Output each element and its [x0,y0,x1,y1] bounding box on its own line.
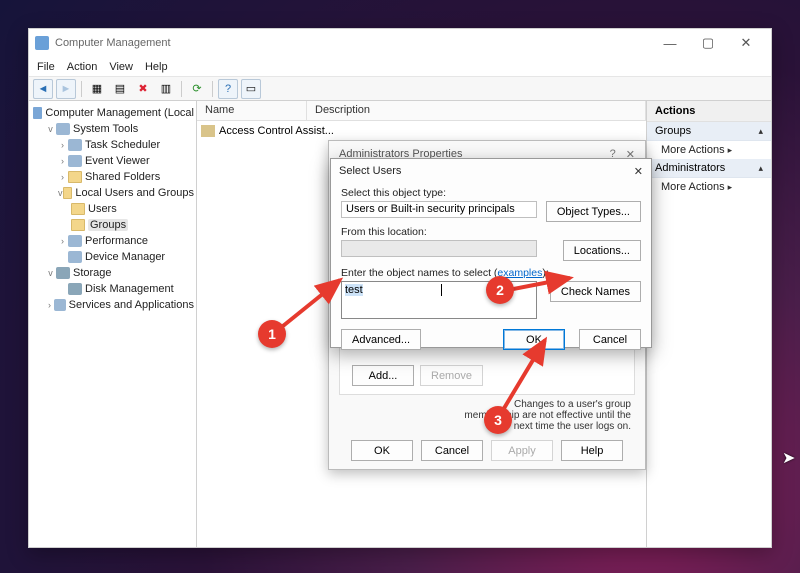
location-field: . [341,240,537,257]
tree-device-manager[interactable]: Device Manager [31,249,194,265]
tree-performance[interactable]: ›Performance [31,233,194,249]
props-apply-button: Apply [491,440,553,461]
col-description[interactable]: Description [307,101,646,120]
dialog-title: Select Users [339,165,401,177]
menu-action[interactable]: Action [67,61,98,73]
add-button[interactable]: Add... [352,365,414,386]
props-help-button[interactable]: Help [561,440,623,461]
list-item[interactable]: Access Control Assist... [201,123,642,139]
tree-system-tools[interactable]: vSystem Tools [31,121,194,137]
annotation-badge-2: 2 [486,276,514,304]
tree-storage[interactable]: vStorage [31,265,194,281]
props-cancel-button[interactable]: Cancel [421,440,483,461]
close-button[interactable]: ✕ [727,32,765,54]
props-button[interactable]: ▤ [110,79,130,99]
tree-disk-management[interactable]: Disk Management [31,281,194,297]
annotation-badge-1: 1 [258,320,286,348]
menu-help[interactable]: Help [145,61,168,73]
actions-pane: Actions Groups▴ More Actions ▸ Administr… [647,101,771,547]
dialog-close-button[interactable]: ✕ [634,165,643,178]
up-button[interactable]: ▦ [87,79,107,99]
object-type-label: Select this object type: [341,187,641,199]
annotation-badge-3: 3 [484,406,512,434]
back-button[interactable]: ◄ [33,79,53,99]
actions-section-groups[interactable]: Groups▴ [647,122,771,141]
actions-header: Actions [647,101,771,122]
actions-section-admins[interactable]: Administrators▴ [647,159,771,178]
app-icon [35,36,49,50]
locations-button[interactable]: Locations... [563,240,641,261]
menu-file[interactable]: File [37,61,55,73]
tree-shared-folders[interactable]: ›Shared Folders [31,169,194,185]
forward-button[interactable]: ► [56,79,76,99]
col-name[interactable]: Name [197,101,307,120]
tree-event-viewer[interactable]: ›Event Viewer [31,153,194,169]
tree-root[interactable]: Computer Management (Local [31,105,194,121]
collapse-icon: ▴ [758,163,763,174]
object-names-label: Enter the object names to select (exampl… [341,267,641,279]
actions-more-admins[interactable]: More Actions ▸ [647,178,771,196]
text-caret-icon [441,284,442,296]
help-button[interactable]: ? [218,79,238,99]
mouse-cursor-icon: ➤ [782,448,795,468]
tree-task-scheduler[interactable]: ›Task Scheduler [31,137,194,153]
object-types-button[interactable]: Object Types... [546,201,641,222]
props-ok-button[interactable]: OK [351,440,413,461]
cancel-button[interactable]: Cancel [579,329,641,350]
menu-view[interactable]: View [109,61,133,73]
maximize-button[interactable]: ▢ [689,32,727,54]
toolbar: ◄ ► ▦ ▤ ✖ ▥ ⟳ ? ▭ [29,77,771,101]
ok-button[interactable]: OK [503,329,565,350]
tree-services-apps[interactable]: ›Services and Applications [31,297,194,313]
window-title: Computer Management [55,37,651,49]
advanced-button[interactable]: Advanced... [341,329,421,350]
check-names-button[interactable]: Check Names [550,281,641,302]
location-label: From this location: [341,226,641,238]
views-button[interactable]: ▭ [241,79,261,99]
actions-more-groups[interactable]: More Actions ▸ [647,141,771,159]
object-type-field: Users or Built-in security principals [341,201,537,218]
navigation-tree[interactable]: Computer Management (Local vSystem Tools… [29,101,197,547]
tree-groups[interactable]: Groups [31,217,194,233]
refresh-button[interactable]: ⟳ [187,79,207,99]
tree-local-users-groups[interactable]: vLocal Users and Groups [31,185,194,201]
collapse-icon: ▴ [758,126,763,137]
titlebar[interactable]: Computer Management — ▢ ✕ [29,29,771,57]
select-users-dialog: Select Users ✕ Select this object type: … [330,158,652,348]
tree-users[interactable]: Users [31,201,194,217]
remove-button: Remove [420,365,483,386]
minimize-button[interactable]: — [651,32,689,54]
export-button[interactable]: ▥ [156,79,176,99]
delete-button[interactable]: ✖ [133,79,153,99]
menu-bar: File Action View Help [29,57,771,77]
